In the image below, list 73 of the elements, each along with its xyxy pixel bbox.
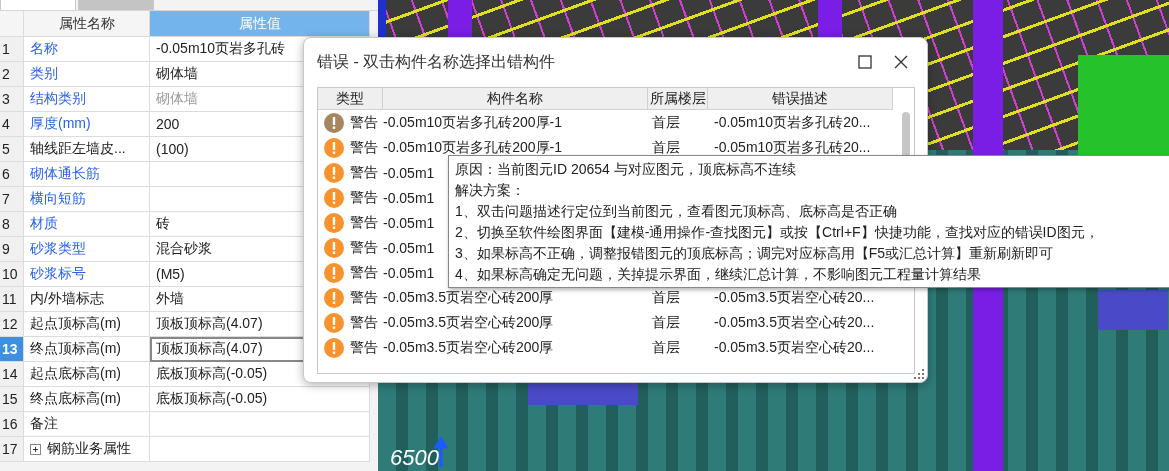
tooltip-line: 2、切换至软件绘图界面【建模-通用操作-查找图元】或按【Ctrl+F】快捷功能，查找对应的错误ID图元， [455,223,1099,242]
maximize-icon [858,55,872,69]
property-value[interactable]: 底板顶标高(-0.05) [150,387,370,412]
property-name: 砌体通长筋 [30,165,100,183]
row-number[interactable]: 10 [0,262,24,287]
row-number[interactable]: 1 [0,37,24,62]
floor-name[interactable]: 首层 [652,113,680,132]
property-name: 钢筋业务属性 [47,440,131,458]
column-header[interactable]: 属性名称 [24,11,150,37]
property-name: 横向短筋 [30,190,86,208]
error-description[interactable]: -0.05m3.5页岩空心砖20... [714,338,875,357]
component-name[interactable]: -0.05m3.5页岩空心砖200厚 [383,288,554,307]
row-number[interactable]: 2 [0,62,24,87]
error-description[interactable]: -0.05m10页岩多孔砖20... [714,113,871,132]
row-number[interactable]: 4 [0,112,24,137]
row-number[interactable]: 12 [0,312,24,337]
column-header[interactable]: 类型 [318,88,383,110]
property-name: 结构类别 [30,90,86,108]
error-description[interactable]: -0.05m3.5页岩空心砖20... [714,288,875,307]
column-header[interactable]: 错误描述 [708,88,893,110]
row-number[interactable]: 11 [0,287,24,312]
component-name[interactable]: -0.05m1 [383,239,435,256]
property-name: 类别 [30,65,58,83]
property-name: 砂浆类型 [30,240,86,258]
row-number[interactable]: 15 [0,387,24,412]
row-number[interactable]: 9 [0,237,24,262]
error-description[interactable]: -0.05m10页岩多孔砖20... [714,138,871,157]
row-number[interactable]: 14 [0,362,24,387]
tooltip-line: 原因：当前图元ID 20654 与对应图元，顶底标高不连续 [455,160,796,179]
property-name: 轴线距左墙皮... [30,140,126,158]
component-name[interactable]: -0.05m1 [383,264,435,281]
property-name: 砂浆标号 [30,265,86,283]
floor-name[interactable]: 首层 [652,138,680,157]
floor-name[interactable]: 首层 [652,338,680,357]
component-name[interactable]: -0.05m1 [383,214,435,231]
floor-name[interactable]: 首层 [652,288,680,307]
property-name: 内/外墙标志 [30,290,104,308]
property-name: 备注 [30,415,58,433]
component-name[interactable]: -0.05m10页岩多孔砖200厚-1 [383,113,562,132]
row-number[interactable]: 17 [0,437,24,462]
property-name: 起点底标高(m) [30,365,121,383]
property-value[interactable] [150,412,370,437]
property-name: 终点顶标高(m) [30,340,121,358]
tooltip-line: 1、双击问题描述行定位到当前图元，查看图元顶标高、底标高是否正确 [455,202,897,221]
property-name: 起点顶标高(m) [30,315,121,333]
view-dimension-label: 6500 [390,445,439,471]
component-name[interactable]: -0.05m1 [383,189,435,206]
property-name: 名称 [30,40,58,58]
row-number[interactable]: 16 [0,412,24,437]
row-number[interactable]: 6 [0,162,24,187]
property-name: 厚度(mm) [30,115,91,133]
property-value[interactable] [150,437,370,462]
row-number[interactable]: 7 [0,187,24,212]
tooltip-line: 3、如果标高不正确，调整报错图元的顶底标高；调完对应标高用【F5或汇总计算】重新刷新即可 [455,244,1054,263]
error-description[interactable]: -0.05m3.5页岩空心砖20... [714,313,875,332]
floor-name[interactable]: 首层 [652,313,680,332]
tooltip-line: 4、如果标高确定无问题，关掉提示界面，继续汇总计算，不影响图元工程量计算结果 [455,265,981,284]
expand-icon[interactable] [30,443,41,455]
close-icon [894,55,908,69]
column-header[interactable]: 构件名称 [383,88,648,110]
row-number[interactable]: 8 [0,212,24,237]
property-name: 材质 [30,215,58,233]
error-type[interactable]: 警告 [350,188,378,207]
error-type[interactable]: 警告 [350,163,378,182]
component-name[interactable]: -0.05m3.5页岩空心砖200厚 [383,338,554,357]
resize-grip-icon[interactable] [914,369,924,379]
component-name[interactable]: -0.05m10页岩多孔砖200厚-1 [383,138,562,157]
column-header[interactable]: 所属楼层 [648,88,708,110]
tooltip-line: 解决方案： [455,181,525,200]
row-number[interactable]: 5 [0,137,24,162]
component-name[interactable]: -0.05m3.5页岩空心砖200厚 [383,313,554,332]
component-name[interactable]: -0.05m1 [383,164,435,181]
property-name: 终点底标高(m) [30,390,121,408]
